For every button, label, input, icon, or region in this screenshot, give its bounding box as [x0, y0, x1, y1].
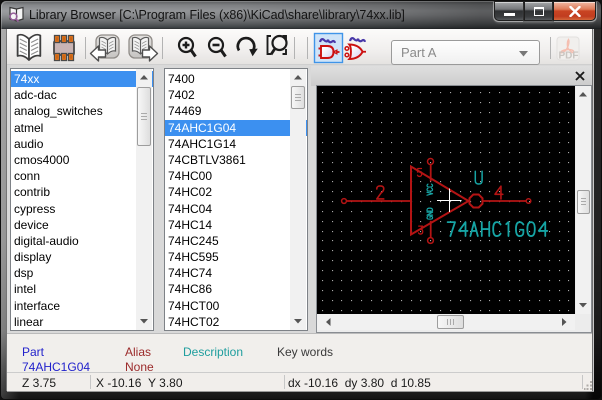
- svg-text:PDF: PDF: [559, 51, 579, 62]
